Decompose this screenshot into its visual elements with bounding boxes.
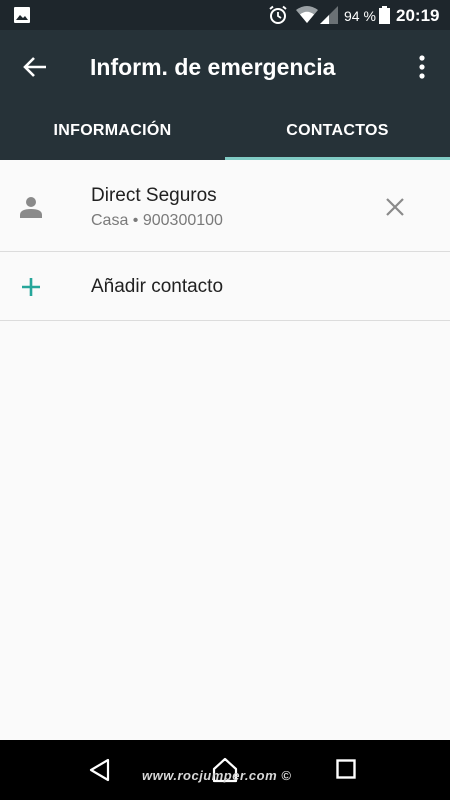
status-bar: 94 % 20:19: [0, 0, 450, 30]
contact-name: Direct Seguros: [91, 185, 217, 206]
plus-icon: [22, 278, 40, 296]
nav-back-icon[interactable]: [88, 758, 112, 782]
battery-icon: [379, 6, 390, 24]
more-options-icon[interactable]: [414, 54, 430, 80]
wifi-icon: [296, 6, 318, 23]
tab-bar: INFORMACIÓN CONTACTOS: [0, 103, 450, 160]
image-notification-icon: [14, 7, 30, 23]
back-arrow-icon[interactable]: [22, 54, 48, 80]
add-contact-label: Añadir contacto: [91, 276, 224, 297]
alarm-icon: [269, 5, 287, 24]
signal-icon: [320, 6, 338, 24]
tab-contactos[interactable]: CONTACTOS: [225, 103, 450, 160]
battery-percent: 94 %: [344, 8, 376, 24]
add-contact-button[interactable]: Añadir contacto: [0, 252, 450, 321]
watermark: www.rocjumper.com ©: [142, 768, 292, 783]
tab-informacion[interactable]: INFORMACIÓN: [0, 103, 225, 160]
contacts-list: Direct Seguros Casa • 900300100 Añadir c…: [0, 160, 450, 740]
contact-item[interactable]: Direct Seguros Casa • 900300100: [0, 160, 450, 252]
close-icon[interactable]: [385, 197, 405, 217]
app-bar: Inform. de emergencia: [0, 30, 450, 103]
person-icon: [20, 197, 42, 218]
clock: 20:19: [396, 6, 440, 25]
contact-detail: Casa • 900300100: [91, 212, 223, 229]
nav-recents-icon[interactable]: [336, 759, 356, 779]
navigation-bar: www.rocjumper.com ©: [0, 740, 450, 800]
page-title: Inform. de emergencia: [90, 54, 336, 80]
